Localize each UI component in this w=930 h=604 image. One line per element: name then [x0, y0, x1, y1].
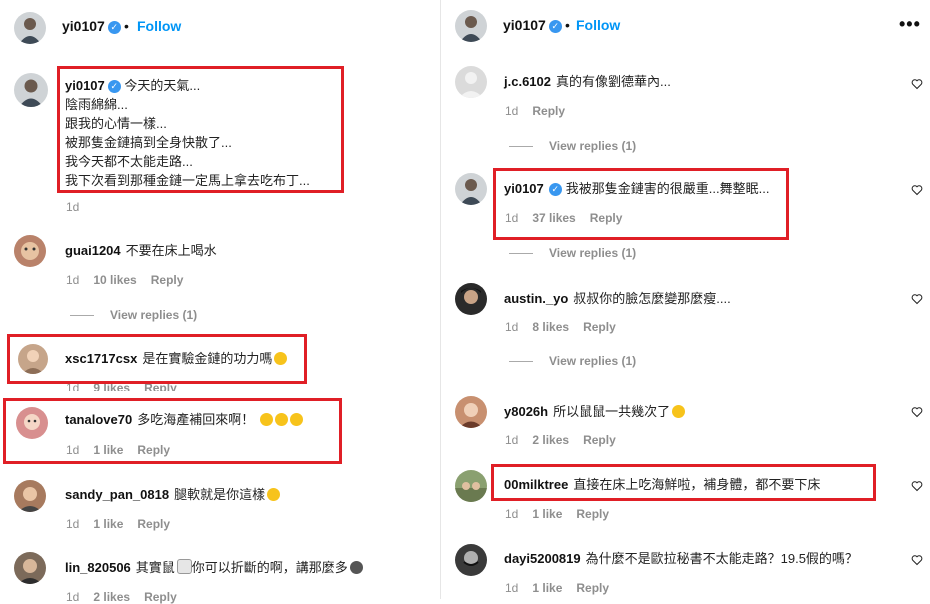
- comment-username[interactable]: dayi5200819: [504, 551, 581, 566]
- reply-button[interactable]: Reply: [532, 104, 565, 118]
- reply-button[interactable]: Reply: [144, 590, 177, 604]
- header-separator: •: [565, 17, 570, 33]
- comment-avatar[interactable]: [14, 235, 46, 267]
- reply-button[interactable]: Reply: [583, 320, 616, 334]
- comment-username[interactable]: sandy_pan_0818: [65, 487, 169, 502]
- comment-time: 1d: [505, 433, 519, 447]
- header-username-text[interactable]: yi0107: [62, 18, 105, 34]
- header-username-text[interactable]: yi0107: [503, 17, 546, 33]
- comment-username[interactable]: y8026h: [504, 404, 548, 419]
- highlight-box: [493, 168, 789, 240]
- reply-button[interactable]: Reply: [151, 273, 184, 287]
- highlight-box: [7, 334, 307, 384]
- comment-body: 不要在床上喝水: [125, 243, 217, 258]
- follow-button[interactable]: Follow: [576, 17, 620, 33]
- header-username[interactable]: yi0107 ✓: [62, 18, 121, 34]
- comment-body: 所以鼠鼠一共幾次了: [553, 404, 671, 419]
- comment-text: j.c.6102 真的有像劉德華內...: [504, 71, 671, 90]
- comment-text: sandy_pan_0818 腿軟就是你這樣: [65, 484, 281, 503]
- like-heart-icon[interactable]: [911, 406, 923, 418]
- highlight-box: [3, 398, 342, 464]
- likes-count[interactable]: 8 likes: [532, 320, 569, 334]
- right-comments-panel: yi0107 ✓ • Follow ••• j.c.6102 真的有像劉德華內...…: [441, 0, 930, 599]
- comment-meta: 1d 2 likes Reply: [505, 433, 630, 447]
- comment-text: austin._yo 叔叔你的臉怎麼變那麼瘦....: [504, 288, 731, 307]
- comment-time: 1d: [66, 273, 80, 287]
- view-replies-button[interactable]: View replies (1): [70, 308, 197, 322]
- comment-avatar[interactable]: [455, 173, 487, 205]
- follow-button[interactable]: Follow: [137, 18, 181, 34]
- like-heart-icon[interactable]: [911, 293, 923, 305]
- comment-username[interactable]: austin._yo: [504, 291, 568, 306]
- comment-text: guai1204 不要在床上喝水: [65, 240, 217, 259]
- comment-body: 腿軟就是你這樣: [174, 487, 266, 502]
- reply-button[interactable]: Reply: [576, 507, 609, 521]
- comment-meta: 1d 10 likes Reply: [66, 273, 197, 287]
- comment-avatar[interactable]: [455, 470, 487, 502]
- header-username[interactable]: yi0107 ✓: [503, 17, 562, 33]
- post-author-avatar[interactable]: [14, 73, 48, 107]
- left-comments-panel: yi0107 ✓ • Follow yi0107 ✓ 今天的天氣... 陰雨綿綿..…: [0, 0, 452, 604]
- comment-meta: 1d Reply: [505, 104, 579, 118]
- comment-time: 1d: [505, 507, 519, 521]
- header-avatar[interactable]: [455, 10, 487, 42]
- comment-text: lin_820506 其實鼠 你可以折斷的啊，講那麼多: [65, 557, 363, 576]
- header-avatar[interactable]: [14, 12, 46, 44]
- like-heart-icon[interactable]: [911, 78, 923, 90]
- view-replies-button[interactable]: View replies (1): [509, 246, 636, 260]
- view-replies-button[interactable]: View replies (1): [509, 354, 636, 368]
- comment-time: 1d: [505, 581, 519, 595]
- header-separator: •: [124, 18, 129, 34]
- verified-badge-icon: ✓: [548, 20, 562, 33]
- comment-time: 1d: [66, 517, 80, 531]
- post-time: 1d: [66, 200, 80, 214]
- grinning-emoji-icon: [267, 488, 281, 501]
- likes-count[interactable]: 2 likes: [532, 433, 569, 447]
- sad-emoji-icon: [349, 561, 363, 574]
- mouse-emoji-icon: [176, 559, 192, 574]
- comment-username[interactable]: j.c.6102: [504, 74, 551, 89]
- likes-count[interactable]: 10 likes: [93, 273, 136, 287]
- comment-body: 真的有像劉德華內...: [556, 74, 671, 89]
- grinning-emoji-icon: [672, 405, 686, 418]
- comment-body: 你可以折斷的啊，講那麼多: [191, 560, 348, 575]
- comment-meta: 1d 2 likes Reply: [66, 590, 191, 604]
- view-replies-button[interactable]: View replies (1): [509, 139, 636, 153]
- comment-avatar[interactable]: [14, 552, 46, 584]
- comment-time: 1d: [66, 590, 80, 604]
- likes-count[interactable]: 1 like: [93, 517, 123, 531]
- comment-meta: 1d 1 like Reply: [66, 517, 184, 531]
- highlight-box: [491, 464, 876, 501]
- likes-count[interactable]: 1 like: [532, 507, 562, 521]
- more-options-icon[interactable]: •••: [899, 14, 921, 35]
- comment-meta: 1d 1 like Reply: [505, 507, 623, 521]
- comment-avatar[interactable]: [455, 544, 487, 576]
- likes-count[interactable]: 2 likes: [93, 590, 130, 604]
- comment-meta: 1d 1 like Reply: [505, 581, 623, 595]
- comment-username[interactable]: guai1204: [65, 243, 121, 258]
- reply-button[interactable]: Reply: [576, 581, 609, 595]
- comment-text: y8026h 所以鼠鼠一共幾次了: [504, 401, 686, 420]
- comment-body: 其實鼠: [135, 560, 175, 575]
- reply-button[interactable]: Reply: [137, 517, 170, 531]
- highlight-box: [57, 66, 344, 193]
- likes-count[interactable]: 1 like: [532, 581, 562, 595]
- comment-body: 叔叔你的臉怎麼變那麼瘦....: [573, 291, 731, 306]
- comment-avatar[interactable]: [455, 66, 487, 98]
- comment-text: dayi5200819 為什麼不是歐拉秘書不太能走路？19.5假的嗎？: [504, 548, 858, 567]
- comment-username[interactable]: lin_820506: [65, 560, 131, 575]
- comment-avatar[interactable]: [455, 396, 487, 428]
- comment-avatar[interactable]: [14, 480, 46, 512]
- verified-badge-icon: ✓: [107, 21, 121, 34]
- comment-time: 1d: [505, 320, 519, 334]
- like-heart-icon[interactable]: [911, 554, 923, 566]
- comment-time: 1d: [505, 104, 519, 118]
- comment-avatar[interactable]: [455, 283, 487, 315]
- reply-button[interactable]: Reply: [583, 433, 616, 447]
- like-heart-icon[interactable]: [911, 184, 923, 196]
- comment-body: 為什麼不是歐拉秘書不太能走路？19.5假的嗎？: [585, 551, 858, 566]
- comment-meta: 1d 8 likes Reply: [505, 320, 630, 334]
- like-heart-icon[interactable]: [911, 480, 923, 492]
